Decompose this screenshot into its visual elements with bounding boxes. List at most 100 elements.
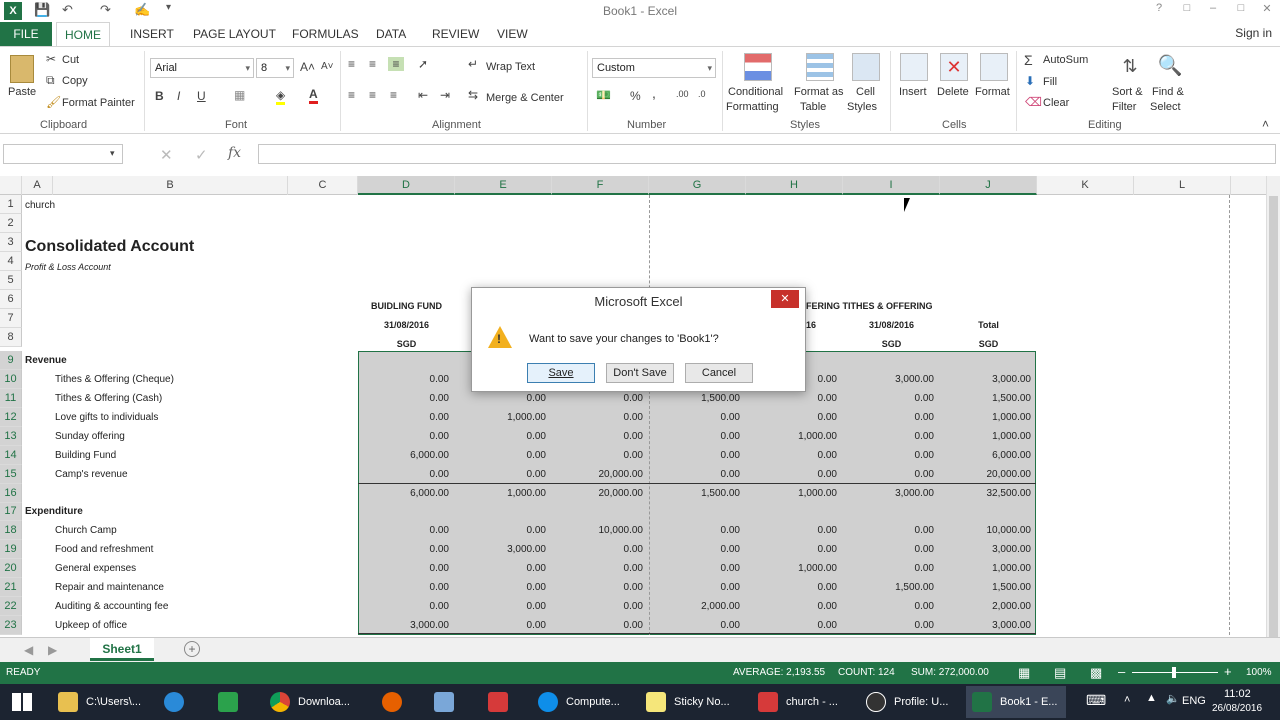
row-header[interactable]: 21	[0, 578, 22, 597]
clear-button[interactable]: Clear	[1043, 97, 1069, 109]
row-header[interactable]: 16	[0, 484, 22, 503]
value-cell[interactable]: 0.00	[552, 540, 649, 559]
clock-time[interactable]: 11:02	[1224, 688, 1251, 700]
value-cell[interactable]: 0.00	[746, 578, 843, 597]
normal-view-icon[interactable]: ▦	[1018, 665, 1030, 681]
confirm-entry-icon[interactable]: ✓	[195, 146, 208, 164]
merge-center-icon[interactable]: ⇆	[468, 88, 478, 102]
zoom-level[interactable]: 100%	[1246, 667, 1272, 678]
wrap-text-button[interactable]: Wrap Text	[486, 61, 535, 73]
maximize-icon[interactable]: □	[1232, 2, 1250, 18]
bottom-align-icon[interactable]: ≡	[388, 57, 404, 71]
value-cell[interactable]: 0.00	[358, 597, 455, 616]
font-size-combo[interactable]: 8	[256, 58, 294, 78]
column-header-d[interactable]: D	[358, 176, 455, 195]
fill-button[interactable]: Fill	[1043, 76, 1057, 88]
increase-indent-icon[interactable]: ⇥	[440, 88, 450, 102]
value-cell[interactable]: 0.00	[358, 389, 455, 408]
value-cell[interactable]: 0.00	[455, 597, 552, 616]
row-header[interactable]: 6	[0, 290, 22, 309]
value-cell[interactable]: 1,000.00	[746, 559, 843, 578]
value-cell[interactable]: 1,000.00	[746, 484, 843, 503]
volume-icon[interactable]: 🔈	[1166, 692, 1180, 705]
value-cell[interactable]: 0.00	[552, 559, 649, 578]
taskbar-firefox[interactable]	[376, 686, 418, 718]
value-cell[interactable]: 0.00	[552, 616, 649, 635]
cell-j7[interactable]: Total	[940, 316, 1037, 335]
taskbar-excel[interactable]: Book1 - E...	[966, 686, 1066, 718]
value-cell[interactable]: 0.00	[843, 559, 940, 578]
find-select-button[interactable]: Find &	[1152, 86, 1184, 98]
cell-a17-expenditure[interactable]: Expenditure	[25, 502, 83, 521]
wrap-text-icon[interactable]: ↵	[468, 57, 478, 71]
increase-font-icon[interactable]: A˄	[300, 60, 315, 74]
insert-function-icon[interactable]: fx	[228, 145, 241, 161]
value-cell[interactable]: 0.00	[746, 521, 843, 540]
cell-a9-revenue[interactable]: Revenue	[25, 351, 67, 370]
vertical-scrollbar[interactable]	[1266, 176, 1280, 676]
value-cell[interactable]: 3,000.00	[940, 540, 1037, 559]
ribbon-display-icon[interactable]: □	[1178, 2, 1196, 18]
value-cell[interactable]: 32,500.00	[940, 484, 1037, 503]
delete-cells-button[interactable]: Delete	[937, 86, 969, 98]
value-cell[interactable]: 0.00	[552, 427, 649, 446]
decrease-font-icon[interactable]: A˅	[321, 61, 334, 72]
value-cell[interactable]: 0.00	[455, 521, 552, 540]
value-cell[interactable]: 0.00	[843, 521, 940, 540]
row-label[interactable]: Tithes & Offering (Cash)	[55, 389, 162, 408]
value-cell[interactable]: 1,000.00	[455, 408, 552, 427]
autosum-button[interactable]: AutoSum	[1043, 54, 1088, 66]
row-header[interactable]: 5	[0, 271, 22, 290]
align-left-icon[interactable]: ≡	[348, 88, 355, 102]
value-cell[interactable]: 20,000.00	[552, 484, 649, 503]
value-cell[interactable]: 0.00	[746, 597, 843, 616]
row-header[interactable]: 3	[0, 233, 22, 252]
row-label[interactable]: Love gifts to individuals	[55, 408, 158, 427]
cell-a4-subtitle[interactable]: Profit & Loss Account	[25, 258, 111, 277]
row-header[interactable]: 13	[0, 427, 22, 446]
sign-in-link[interactable]: Sign in	[1235, 26, 1272, 40]
value-cell[interactable]: 20,000.00	[940, 465, 1037, 484]
scroll-thumb[interactable]	[1269, 196, 1278, 676]
bold-icon[interactable]: B	[155, 89, 164, 103]
zoom-out-icon[interactable]: –	[1118, 664, 1125, 679]
value-cell[interactable]: 0.00	[358, 465, 455, 484]
new-sheet-icon[interactable]: +	[184, 641, 200, 657]
clock-date[interactable]: 26/08/2016	[1212, 703, 1262, 714]
column-header-g[interactable]: G	[649, 176, 746, 195]
taskbar-church[interactable]: church - ...	[752, 686, 852, 718]
row-header[interactable]: 19	[0, 540, 22, 559]
value-cell[interactable]: 1,000.00	[940, 559, 1037, 578]
value-cell[interactable]: 3,000.00	[843, 370, 940, 389]
cut-button[interactable]: Cut	[62, 54, 79, 66]
value-cell[interactable]: 0.00	[843, 616, 940, 635]
comma-style-icon[interactable]: ,	[652, 85, 656, 101]
row-label[interactable]: Auditing & accounting fee	[55, 597, 168, 616]
value-cell[interactable]: 0.00	[649, 465, 746, 484]
row-label[interactable]: Church Camp	[55, 521, 117, 540]
font-name-combo[interactable]: Arial	[150, 58, 254, 78]
next-sheet-icon[interactable]: ▶	[48, 643, 57, 657]
value-cell[interactable]: 6,000.00	[358, 446, 455, 465]
paste-button[interactable]: Paste	[8, 86, 36, 98]
network-icon[interactable]: ▲	[1146, 692, 1157, 704]
value-cell[interactable]: 0.00	[552, 578, 649, 597]
value-cell[interactable]: 2,000.00	[940, 597, 1037, 616]
row-header[interactable]: 8	[0, 328, 22, 347]
value-cell[interactable]: 0.00	[358, 559, 455, 578]
column-header-e[interactable]: E	[455, 176, 552, 195]
close-icon[interactable]: ✕	[1258, 2, 1276, 18]
row-header[interactable]: 18	[0, 521, 22, 540]
column-header-l[interactable]: L	[1134, 176, 1231, 195]
fill-icon[interactable]: ⬇	[1025, 74, 1035, 88]
value-cell[interactable]: 0.00	[843, 465, 940, 484]
column-header-h[interactable]: H	[746, 176, 843, 195]
column-header-a[interactable]: A	[22, 176, 53, 195]
value-cell[interactable]: 0.00	[649, 446, 746, 465]
value-cell[interactable]: 1,500.00	[940, 389, 1037, 408]
value-cell[interactable]: 0.00	[455, 559, 552, 578]
tab-review[interactable]: REVIEW	[424, 22, 487, 46]
value-cell[interactable]: 2,000.00	[649, 597, 746, 616]
worksheet-grid[interactable]: 1 2 3 4 5 6 7 8 9 17 church Consolidated…	[0, 195, 1266, 635]
accounting-format-icon[interactable]: 💵	[596, 88, 611, 102]
